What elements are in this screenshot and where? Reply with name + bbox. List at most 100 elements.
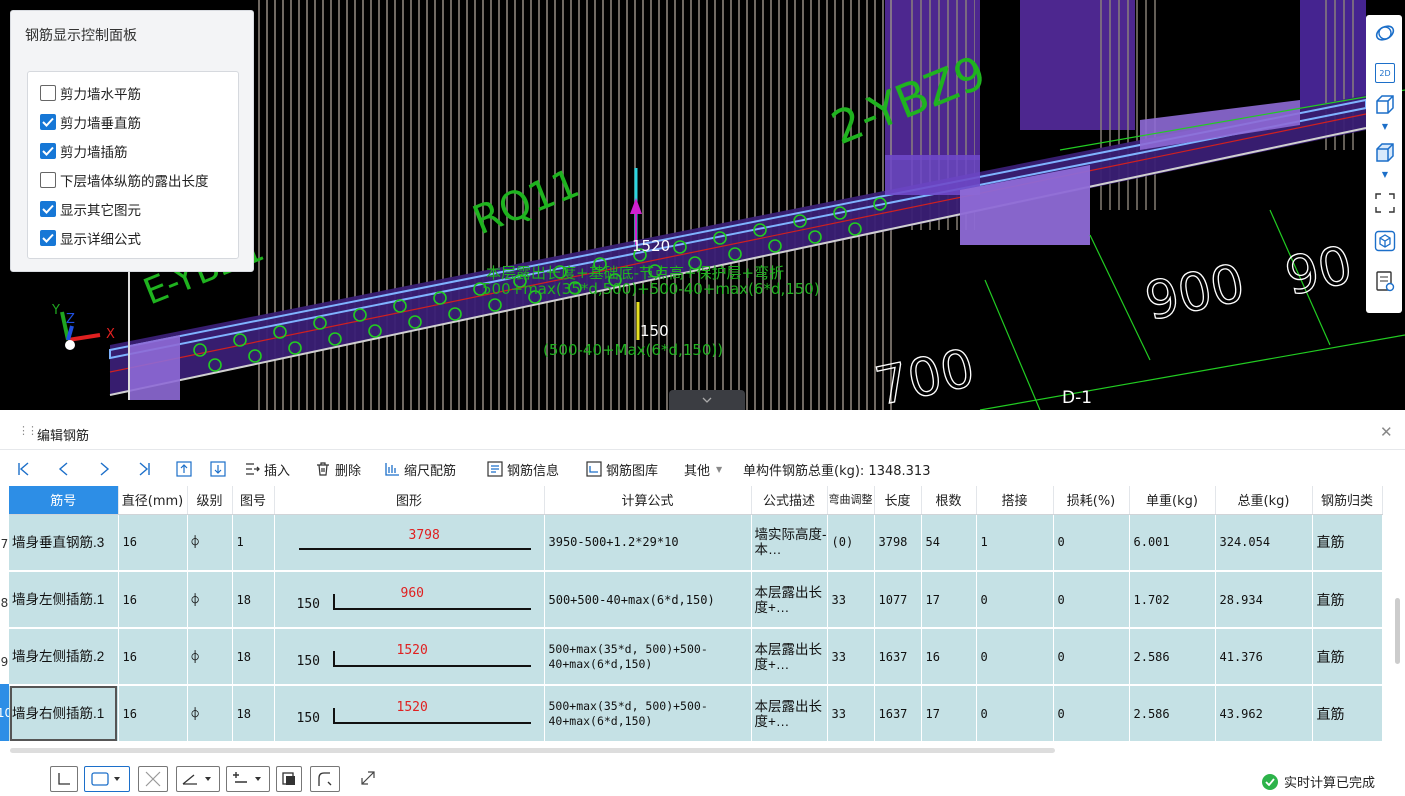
cell-grade[interactable]: ⌽ [187, 685, 233, 743]
rect-select-button[interactable] [84, 766, 130, 792]
col-header[interactable]: 公式描述 [751, 486, 828, 515]
option-wall-vertical-bar[interactable]: 剪力墙垂直筋 [40, 111, 141, 133]
next-row-button[interactable] [96, 456, 112, 482]
curve-button[interactable] [310, 766, 340, 792]
checkbox-wall-vertical-bar[interactable] [40, 114, 56, 130]
option-show-detailed-formula[interactable]: 显示详细公式 [40, 227, 141, 249]
cell-name[interactable]: 墙身右侧插筋.1 [9, 685, 119, 743]
cell-loss[interactable]: 0 [1053, 514, 1130, 572]
checkbox-show-detailed-formula[interactable] [40, 230, 56, 246]
cell-figure-no[interactable]: 18 [232, 571, 275, 629]
col-header[interactable]: 总重(kg) [1215, 486, 1313, 515]
delete-button[interactable]: 删除 [315, 456, 361, 482]
cell-name[interactable]: 墙身垂直钢筋.3 [9, 514, 119, 572]
chevron-down-icon[interactable]: ▼ [1373, 167, 1397, 181]
cell-formula[interactable]: 3950-500+1.2*29*10 [544, 514, 752, 572]
first-row-button[interactable] [16, 456, 32, 482]
cell-diameter[interactable]: 16 [118, 514, 188, 572]
cell-formula[interactable]: 500+max(35*d, 500)+500-40+max(6*d,150) [544, 628, 752, 686]
cell-length[interactable]: 1637 [874, 685, 922, 743]
col-header[interactable]: 弯曲调整 [827, 486, 875, 515]
table-row[interactable]: 墙身垂直钢筋.3 16 ⌽ 1 3798 3950-500+1.2*29*10 … [9, 514, 1383, 572]
cell-bend[interactable]: (0) [827, 514, 875, 572]
cell-category[interactable]: 直筋 [1312, 571, 1383, 629]
close-icon[interactable]: ✕ [1380, 423, 1393, 441]
cell-total-weight[interactable]: 28.934 [1215, 571, 1313, 629]
cell-description[interactable]: 本层露出长度+… [751, 571, 828, 629]
cell-unit-weight[interactable]: 6.001 [1129, 514, 1216, 572]
cell-unit-weight[interactable]: 2.586 [1129, 628, 1216, 686]
col-header[interactable]: 图形 [274, 486, 545, 515]
move-down-button[interactable] [210, 456, 226, 482]
col-header[interactable]: 直径(mm) [118, 486, 188, 515]
expand-icon[interactable] [358, 768, 378, 792]
col-header[interactable]: 搭接 [976, 486, 1054, 515]
dimension-button[interactable] [226, 766, 270, 792]
checkbox-lower-wall-exposed-length[interactable] [40, 172, 56, 188]
row-number[interactable]: 7 [0, 515, 9, 572]
row-number[interactable]: 10 [0, 684, 12, 741]
option-wall-dowel-bar[interactable]: 剪力墙插筋 [40, 140, 128, 162]
cell-bend[interactable]: 33 [827, 685, 875, 743]
col-header[interactable]: 根数 [921, 486, 977, 515]
angle-button[interactable] [176, 766, 220, 792]
report-icon[interactable] [1373, 269, 1397, 293]
cell-formula[interactable]: 500+max(35*d, 500)+500-40+max(6*d,150) [544, 685, 752, 743]
fit-view-icon[interactable] [1373, 191, 1397, 215]
cell-grade[interactable]: ⌽ [187, 628, 233, 686]
cell-length[interactable]: 1637 [874, 628, 922, 686]
other-menu[interactable]: 其他 ▼ [684, 456, 722, 482]
cell-count[interactable]: 16 [921, 628, 977, 686]
cell-shape[interactable]: 3798 [274, 514, 545, 572]
col-header[interactable]: 损耗(%) [1053, 486, 1130, 515]
row-number[interactable]: 9 [0, 633, 9, 690]
cell-diameter[interactable]: 16 [118, 685, 188, 743]
cell-category[interactable]: 直筋 [1312, 514, 1383, 572]
col-header[interactable]: 单重(kg) [1129, 486, 1216, 515]
cell-total-weight[interactable]: 324.054 [1215, 514, 1313, 572]
cell-loss[interactable]: 0 [1053, 571, 1130, 629]
cell-loss[interactable]: 0 [1053, 685, 1130, 743]
isolate-view-icon[interactable] [1373, 229, 1397, 253]
cancel-button[interactable] [138, 766, 168, 792]
cell-lap[interactable]: 0 [976, 628, 1054, 686]
cell-shape[interactable]: 150 960 [274, 571, 545, 629]
cell-count[interactable]: 54 [921, 514, 977, 572]
cell-total-weight[interactable]: 41.376 [1215, 628, 1313, 686]
cell-count[interactable]: 17 [921, 571, 977, 629]
col-header[interactable]: 级别 [187, 486, 233, 515]
view-2d-button[interactable]: 2D [1373, 61, 1397, 85]
vertical-scrollbar[interactable] [1395, 598, 1400, 664]
move-up-button[interactable] [176, 456, 192, 482]
table-row[interactable]: 墙身右侧插筋.1 16 ⌽ 18 150 1520 500+max(35*d, … [9, 685, 1383, 743]
copy-button[interactable] [276, 766, 302, 792]
insert-button[interactable]: 插入 [244, 456, 290, 482]
cell-description[interactable]: 本层露出长度+… [751, 685, 828, 743]
col-header[interactable]: 计算公式 [544, 486, 752, 515]
rebar-info-button[interactable]: 钢筋信息 [487, 456, 559, 482]
row-number[interactable]: 8 [0, 574, 9, 631]
box-view-icon[interactable] [1373, 93, 1397, 117]
option-lower-wall-exposed-length[interactable]: 下层墙体纵筋的露出长度 [40, 169, 209, 191]
collapse-viewport-button[interactable] [669, 390, 745, 410]
cell-loss[interactable]: 0 [1053, 628, 1130, 686]
rebar-library-button[interactable]: 钢筋图库 [586, 456, 658, 482]
chevron-down-icon[interactable]: ▼ [1373, 119, 1397, 133]
cell-total-weight[interactable]: 43.962 [1215, 685, 1313, 743]
horizontal-scrollbar[interactable] [10, 748, 1055, 753]
col-header[interactable]: 钢筋归类 [1312, 486, 1383, 515]
cell-bend[interactable]: 33 [827, 628, 875, 686]
cell-count[interactable]: 17 [921, 685, 977, 743]
cell-description[interactable]: 本层露出长度+… [751, 628, 828, 686]
checkbox-wall-dowel-bar[interactable] [40, 143, 56, 159]
cell-shape[interactable]: 150 1520 [274, 685, 545, 743]
angle-snap-button[interactable] [50, 766, 78, 792]
cell-name[interactable]: 墙身左侧插筋.2 [9, 628, 119, 686]
cell-bend[interactable]: 33 [827, 571, 875, 629]
cell-lap[interactable]: 0 [976, 685, 1054, 743]
option-wall-horizontal-bar[interactable]: 剪力墙水平筋 [40, 82, 141, 104]
orbit-icon[interactable] [1373, 21, 1397, 45]
cell-category[interactable]: 直筋 [1312, 628, 1383, 686]
checkbox-wall-horizontal-bar[interactable] [40, 85, 56, 101]
scale-rebar-button[interactable]: 缩尺配筋 [384, 456, 456, 482]
